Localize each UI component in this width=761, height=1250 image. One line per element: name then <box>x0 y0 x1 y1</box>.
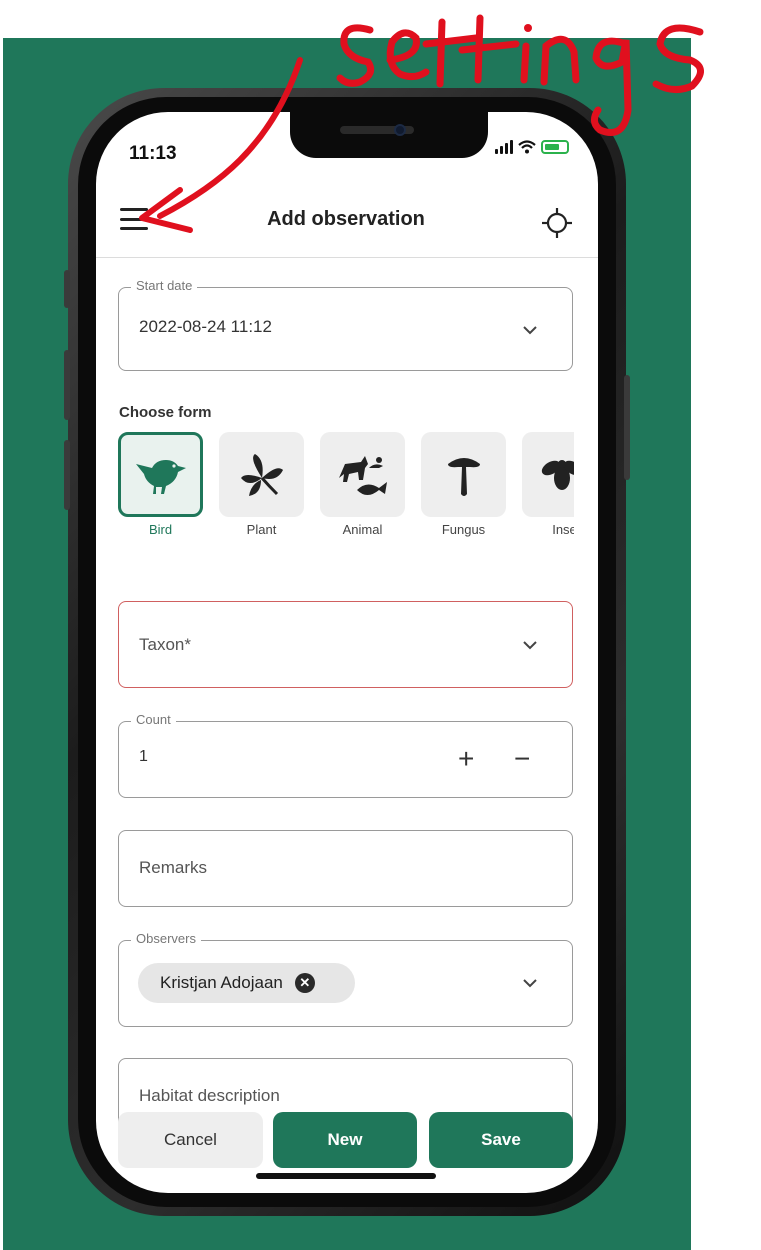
chevron-down-icon[interactable] <box>522 640 538 650</box>
volume-up-button <box>64 350 70 420</box>
habitat-placeholder: Habitat description <box>139 1086 280 1105</box>
observers-label: Observers <box>131 931 201 946</box>
cancel-button[interactable]: Cancel <box>118 1112 263 1168</box>
handwritten-annotation <box>336 14 704 136</box>
taxon-placeholder: Taxon* <box>139 635 191 654</box>
power-button <box>624 375 630 480</box>
home-indicator <box>256 1173 436 1179</box>
count-field[interactable] <box>118 721 573 798</box>
count-label: Count <box>131 712 176 727</box>
crosshair-icon[interactable] <box>540 206 574 240</box>
form-option-bird[interactable] <box>118 432 203 517</box>
count-value: 1 <box>139 748 148 765</box>
choose-form-label: Choose form <box>119 404 212 421</box>
start-date-label: Start date <box>131 278 198 293</box>
mute-switch <box>64 270 70 308</box>
decrement-button[interactable]: − <box>514 744 530 774</box>
mushroom-icon <box>447 457 480 496</box>
new-button[interactable]: New <box>273 1112 417 1168</box>
start-date-value: 2022-08-24 11:12 <box>139 317 272 336</box>
observer-chip-label: Kristjan Adojaan <box>160 973 283 992</box>
form-option-insect-clip: Inse <box>522 432 574 544</box>
animal-icon <box>338 455 387 495</box>
volume-down-button <box>64 440 70 510</box>
form-option-plant[interactable] <box>219 432 304 517</box>
insect-icon <box>541 459 574 490</box>
chevron-down-icon[interactable] <box>522 325 538 335</box>
plant-icon <box>240 453 283 496</box>
chevron-down-icon[interactable] <box>522 978 538 988</box>
form-option-label: Fungus <box>441 522 486 537</box>
form-option-label: Animal <box>342 522 383 537</box>
save-button[interactable]: Save <box>429 1112 573 1168</box>
form-option-label: Inse <box>552 522 574 537</box>
form-option-animal[interactable] <box>320 432 405 517</box>
form-option-label: Plant <box>246 522 277 537</box>
remove-chip-icon[interactable]: ✕ <box>294 973 315 993</box>
form-option-insect[interactable] <box>522 432 574 517</box>
increment-button[interactable]: + <box>458 744 474 774</box>
observer-chip: Kristjan Adojaan ✕ <box>138 963 355 1003</box>
form-option-label: Bird <box>148 522 173 537</box>
remarks-placeholder: Remarks <box>139 858 208 877</box>
header-divider <box>96 257 598 258</box>
bird-icon <box>135 459 186 494</box>
form-option-fungus[interactable] <box>421 432 506 517</box>
annotation-arrow <box>139 57 303 233</box>
